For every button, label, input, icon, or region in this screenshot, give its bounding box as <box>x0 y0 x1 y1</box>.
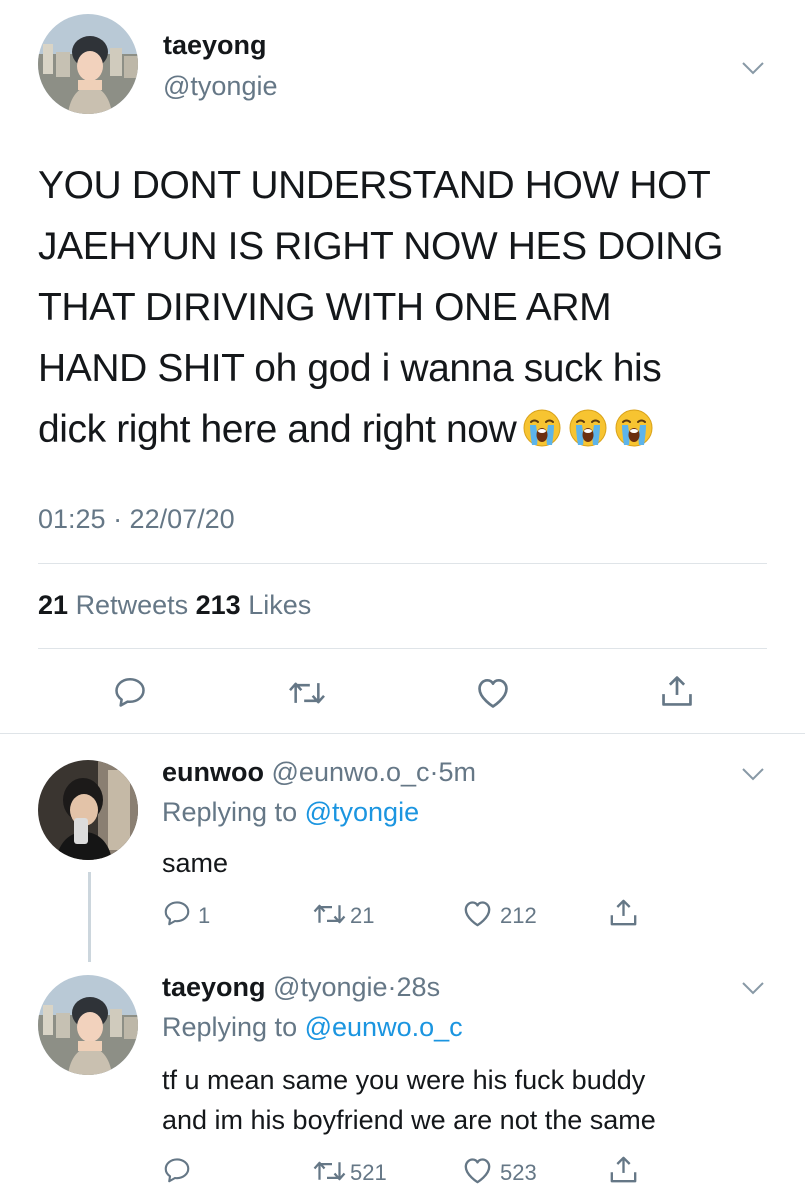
reply-author-name[interactable]: taeyong <box>162 972 266 1002</box>
tweet-text-line: JAEHYUN IS RIGHT NOW HES DOING <box>38 225 724 268</box>
speech-bubble-icon <box>112 674 148 710</box>
reply-button[interactable] <box>112 674 148 710</box>
tweet-text: YOU DONT UNDERSTAND HOW HOT JAEHYUN IS R… <box>38 155 778 460</box>
reply-text-line: tf u mean same you were his fuck buddy <box>162 1065 646 1095</box>
speech-bubble-icon <box>162 1155 192 1185</box>
reply-time[interactable]: 28s <box>397 972 441 1002</box>
tweet-timestamp[interactable]: 01:25 · 22/07/20 <box>38 504 235 535</box>
reply-author-handle[interactable]: @eunwo.o_c <box>272 757 430 787</box>
chevron-down-icon[interactable] <box>740 60 766 76</box>
share-icon <box>658 672 696 710</box>
author-handle[interactable]: @tyongie <box>163 71 277 102</box>
loudly-crying-face-icon <box>614 405 654 445</box>
heart-icon <box>474 674 512 712</box>
reply-author-handle[interactable]: @tyongie <box>273 972 387 1002</box>
likes-count: 213 <box>195 590 241 620</box>
like-stat[interactable]: 213 Likes <box>196 590 312 620</box>
retweet-button[interactable] <box>312 899 347 929</box>
tweet-text-line: dick right here and right now <box>38 408 517 451</box>
share-icon <box>607 896 640 929</box>
separator-dot: · <box>387 972 397 1002</box>
divider <box>0 733 805 734</box>
author-name[interactable]: taeyong <box>163 30 267 61</box>
replying-to: Replying to @eunwo.o_c <box>162 1012 463 1043</box>
reply-text-line: and im his boyfriend we are not the same <box>162 1105 656 1135</box>
divider <box>38 648 767 649</box>
like-count: 523 <box>500 1160 537 1185</box>
thread-connector <box>88 872 91 962</box>
tweet-text-line: THAT DIRIVING WITH ONE ARM <box>38 286 612 329</box>
like-button[interactable] <box>461 897 494 930</box>
like-button[interactable] <box>474 674 512 712</box>
chevron-down-icon[interactable] <box>740 766 766 782</box>
reply-text: tf u mean same you were his fuck buddy a… <box>162 1060 656 1140</box>
retweets-label: Retweets <box>75 590 189 620</box>
retweet-icon <box>312 1156 347 1186</box>
replying-to-label: Replying to <box>162 1012 298 1042</box>
loudly-crying-face-icon <box>568 405 608 445</box>
share-button[interactable] <box>607 896 640 929</box>
avatar-photo <box>38 760 138 860</box>
tweet-text-line: HAND SHIT oh god i wanna suck his <box>38 347 662 390</box>
retweet-icon <box>287 676 327 710</box>
reply-time[interactable]: 5m <box>439 757 477 787</box>
reply-button[interactable] <box>162 898 192 928</box>
heart-icon <box>461 1154 494 1187</box>
tweet-stats: 21 Retweets 213 Likes <box>38 590 311 621</box>
retweet-count: 521 <box>350 1160 387 1185</box>
replying-to: Replying to @tyongie <box>162 797 419 828</box>
like-count: 212 <box>500 903 537 928</box>
avatar[interactable] <box>38 760 138 860</box>
separator-dot: · <box>429 757 439 787</box>
share-button[interactable] <box>607 1153 640 1186</box>
likes-label: Likes <box>248 590 312 620</box>
retweet-stat[interactable]: 21 Retweets <box>38 590 188 620</box>
divider <box>38 563 767 564</box>
replying-to-handle[interactable]: @eunwo.o_c <box>305 1012 463 1042</box>
reply-header: taeyong @tyongie·28s <box>162 972 440 1003</box>
tweet-text-line: YOU DONT UNDERSTAND HOW HOT <box>38 164 711 207</box>
avatar-photo <box>38 14 138 114</box>
retweet-icon <box>312 899 347 929</box>
share-icon <box>607 1153 640 1186</box>
reply-button[interactable] <box>162 1155 192 1185</box>
replying-to-label: Replying to <box>162 797 298 827</box>
reply-count: 1 <box>198 903 211 928</box>
avatar[interactable] <box>38 975 138 1075</box>
reply-header: eunwoo @eunwo.o_c·5m <box>162 757 476 788</box>
avatar[interactable] <box>38 14 138 114</box>
avatar-photo <box>38 975 138 1075</box>
chevron-down-icon[interactable] <box>740 980 766 996</box>
retweet-button[interactable] <box>287 676 327 710</box>
replying-to-handle[interactable]: @tyongie <box>305 797 419 827</box>
share-button[interactable] <box>658 672 696 710</box>
speech-bubble-icon <box>162 898 192 928</box>
reply-text: same <box>162 848 229 878</box>
reply-author-name[interactable]: eunwoo <box>162 757 264 787</box>
heart-icon <box>461 897 494 930</box>
retweet-count: 21 <box>350 903 375 928</box>
like-button[interactable] <box>461 1154 494 1187</box>
tweet-text-line-last: dick right here and right now <box>38 399 778 460</box>
retweet-button[interactable] <box>312 1156 347 1186</box>
retweets-count: 21 <box>38 590 69 620</box>
loudly-crying-face-icon <box>522 405 562 445</box>
